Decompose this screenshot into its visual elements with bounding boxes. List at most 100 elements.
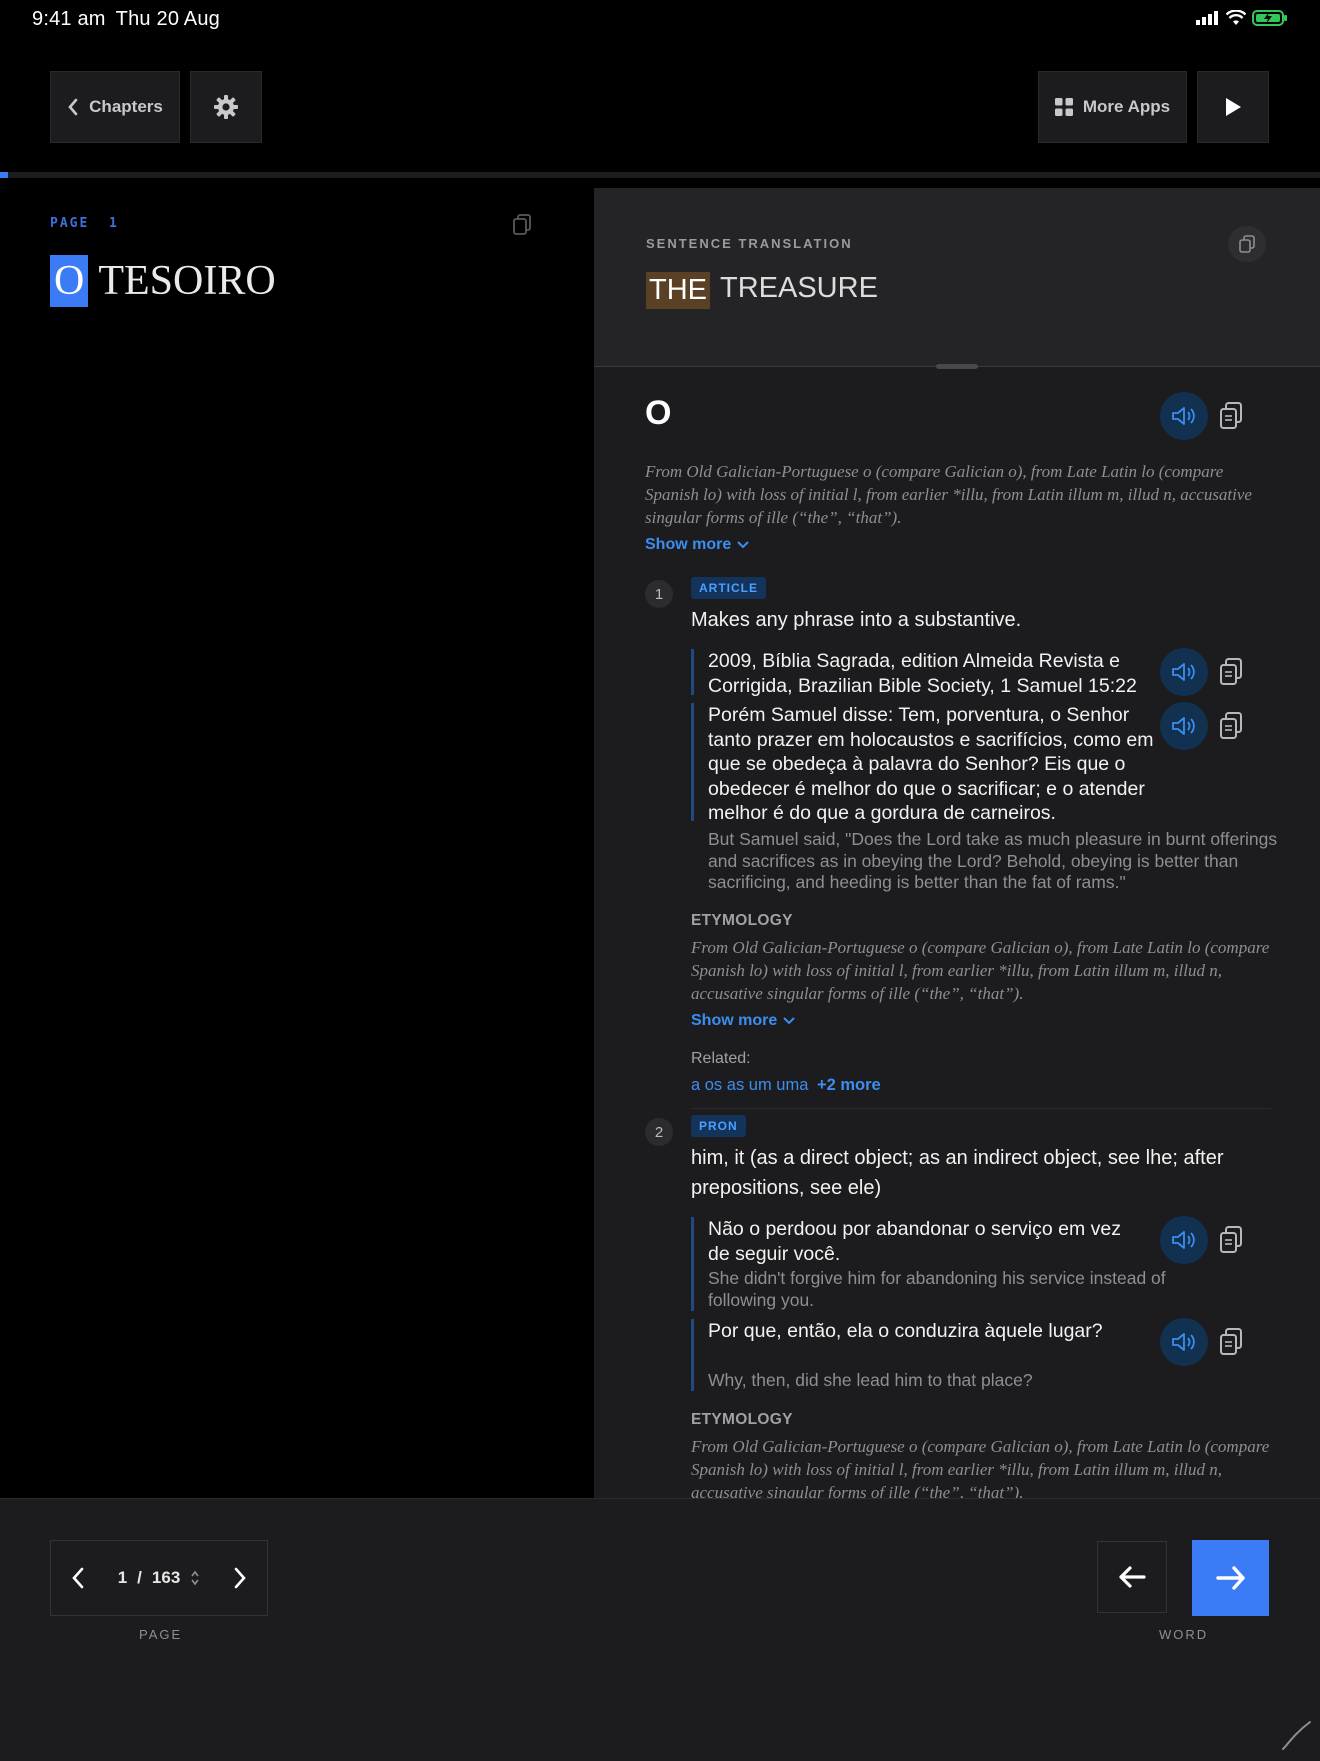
chevron-down-icon	[737, 541, 749, 549]
reading-progress-track	[0, 172, 1320, 178]
example-translation: Why, then, did she lead him to that plac…	[708, 1369, 1033, 1390]
translation-highlight: THE	[646, 272, 710, 309]
copy-icon	[1220, 712, 1242, 739]
sense-etymology: From Old Galician-Portuguese o (compare …	[691, 1437, 1270, 1498]
more-apps-label: More Apps	[1082, 97, 1171, 116]
play-button[interactable]	[1197, 71, 1269, 143]
speaker-icon	[1172, 663, 1195, 681]
sentence-translation-text: THE TREASURE	[646, 272, 878, 309]
chevron-right-icon[interactable]	[233, 1567, 247, 1589]
example-translation: She didn't forgive him for abandoning hi…	[708, 1268, 1166, 1310]
current-page: 1	[117, 1568, 128, 1587]
etymology-intro: From Old Galician-Portuguese o (compare …	[645, 462, 1252, 527]
sense-number: 2	[645, 1118, 673, 1146]
etymology-header: ETYMOLOGY	[691, 1411, 793, 1428]
show-more-link[interactable]: Show more	[645, 536, 749, 554]
related-header: Related:	[691, 1050, 751, 1067]
page-label: PAGE 1	[50, 216, 119, 231]
battery-icon	[1252, 10, 1287, 26]
quote-translation: But Samuel said, "Does the Lord take as …	[708, 829, 1278, 892]
copy-citation-button[interactable]	[1212, 653, 1250, 691]
status-time: 9:41 am	[32, 8, 106, 30]
dictionary-panel: SENTENCE TRANSLATION THE TREASURE O From…	[594, 188, 1320, 1498]
arrow-right-icon	[1215, 1566, 1245, 1590]
speak-quote-button[interactable]	[1160, 702, 1208, 750]
status-icons	[1196, 10, 1288, 26]
part-of-speech-tag: ARTICLE	[691, 577, 766, 599]
copy-icon	[1220, 658, 1242, 685]
chevron-left-icon	[68, 98, 78, 116]
show-more-label: Show more	[645, 536, 732, 553]
speaker-icon	[1172, 1333, 1195, 1351]
sentence-translation-section: SENTENCE TRANSLATION THE TREASURE	[594, 188, 1320, 367]
status-bar-time: 9:41 am Thu 20 Aug	[32, 8, 220, 31]
page-separator: /	[137, 1568, 142, 1587]
pencil-stroke-icon	[1282, 1721, 1311, 1750]
title-word-highlighted[interactable]: O	[50, 255, 89, 307]
pager-caption: PAGE	[139, 1627, 183, 1642]
citation-block: 2009, Bíblia Sagrada, edition Almeida Re…	[691, 649, 1162, 697]
show-more-link[interactable]: Show more	[691, 1012, 795, 1030]
title-word[interactable]: TESOIRO	[98, 257, 275, 305]
next-word-button[interactable]	[1192, 1540, 1269, 1616]
example-text: Não o perdoou por abandonar o serviço em…	[708, 1218, 1122, 1265]
more-apps-button[interactable]: More Apps	[1038, 71, 1187, 143]
gear-icon	[214, 95, 238, 119]
example-block: Não o perdoou por abandonar o serviço em…	[691, 1217, 1166, 1311]
sense-definition: him, it (as a direct object; as an indir…	[691, 1147, 1224, 1199]
example-block: Por que, então, ela o conduzira àquele l…	[691, 1319, 1162, 1391]
entry-word: O	[645, 394, 672, 432]
sense-definition: Makes any phrase into a substantive.	[691, 609, 1022, 631]
status-date: Thu 20 Aug	[115, 8, 220, 30]
total-pages: 163	[151, 1568, 181, 1587]
sense-divider	[691, 1108, 1271, 1109]
panel-resize-handle[interactable]	[936, 364, 978, 369]
quote-block: Porém Samuel disse: Tem, porventura, o S…	[691, 703, 1162, 824]
grid-icon	[1054, 98, 1073, 116]
signal-icon	[1196, 11, 1218, 25]
chevron-down-icon	[783, 1017, 795, 1025]
speak-example-button[interactable]	[1160, 1318, 1208, 1366]
copy-word-button[interactable]	[1212, 397, 1250, 435]
speak-word-button[interactable]	[1160, 392, 1208, 440]
related-more-link[interactable]: +2 more	[817, 1076, 881, 1094]
related-words: a os as um uma +2 more	[691, 1076, 881, 1095]
speak-example-button[interactable]	[1160, 1216, 1208, 1264]
copy-icon	[1220, 1226, 1242, 1253]
page-selector[interactable]: 1 / 163	[118, 1568, 201, 1588]
translation-rest: TREASURE	[720, 272, 878, 304]
copy-example-button[interactable]	[1212, 1323, 1250, 1361]
speaker-icon	[1172, 1231, 1195, 1249]
word-nav-caption: WORD	[1159, 1627, 1209, 1642]
show-more-label: Show more	[691, 1012, 778, 1029]
copy-quote-button[interactable]	[1212, 707, 1250, 745]
copy-page-button[interactable]	[503, 206, 541, 244]
example-text: Por que, então, ela o conduzira àquele l…	[708, 1320, 1103, 1342]
chapters-label: Chapters	[89, 97, 163, 116]
chapters-button[interactable]: Chapters	[50, 71, 180, 143]
copy-icon	[1220, 402, 1242, 429]
wifi-icon	[1226, 10, 1246, 25]
sense-number: 1	[645, 580, 673, 608]
play-icon	[1226, 98, 1241, 116]
arrow-left-icon	[1119, 1566, 1146, 1588]
previous-word-button[interactable]	[1097, 1541, 1167, 1613]
etymology-header: ETYMOLOGY	[691, 912, 793, 929]
sentence-translation-header: SENTENCE TRANSLATION	[646, 236, 853, 251]
sense-etymology: From Old Galician-Portuguese o (compare …	[691, 938, 1270, 1003]
citation-text: 2009, Bíblia Sagrada, edition Almeida Re…	[708, 650, 1137, 697]
speaker-icon	[1172, 717, 1195, 735]
copy-translation-button[interactable]	[1228, 226, 1266, 262]
related-word-links[interactable]: a os as um uma	[691, 1076, 808, 1094]
copy-example-button[interactable]	[1212, 1221, 1250, 1259]
copy-icon	[1220, 1328, 1242, 1355]
copy-icon	[1239, 235, 1255, 253]
updown-icon	[191, 1570, 199, 1586]
speaker-icon	[1172, 407, 1195, 425]
speak-citation-button[interactable]	[1160, 648, 1208, 696]
copy-icon	[513, 214, 531, 235]
reading-progress-fill	[0, 172, 8, 178]
settings-button[interactable]	[190, 71, 262, 143]
part-of-speech-tag: PRON	[691, 1115, 746, 1137]
chevron-left-icon[interactable]	[71, 1567, 85, 1589]
